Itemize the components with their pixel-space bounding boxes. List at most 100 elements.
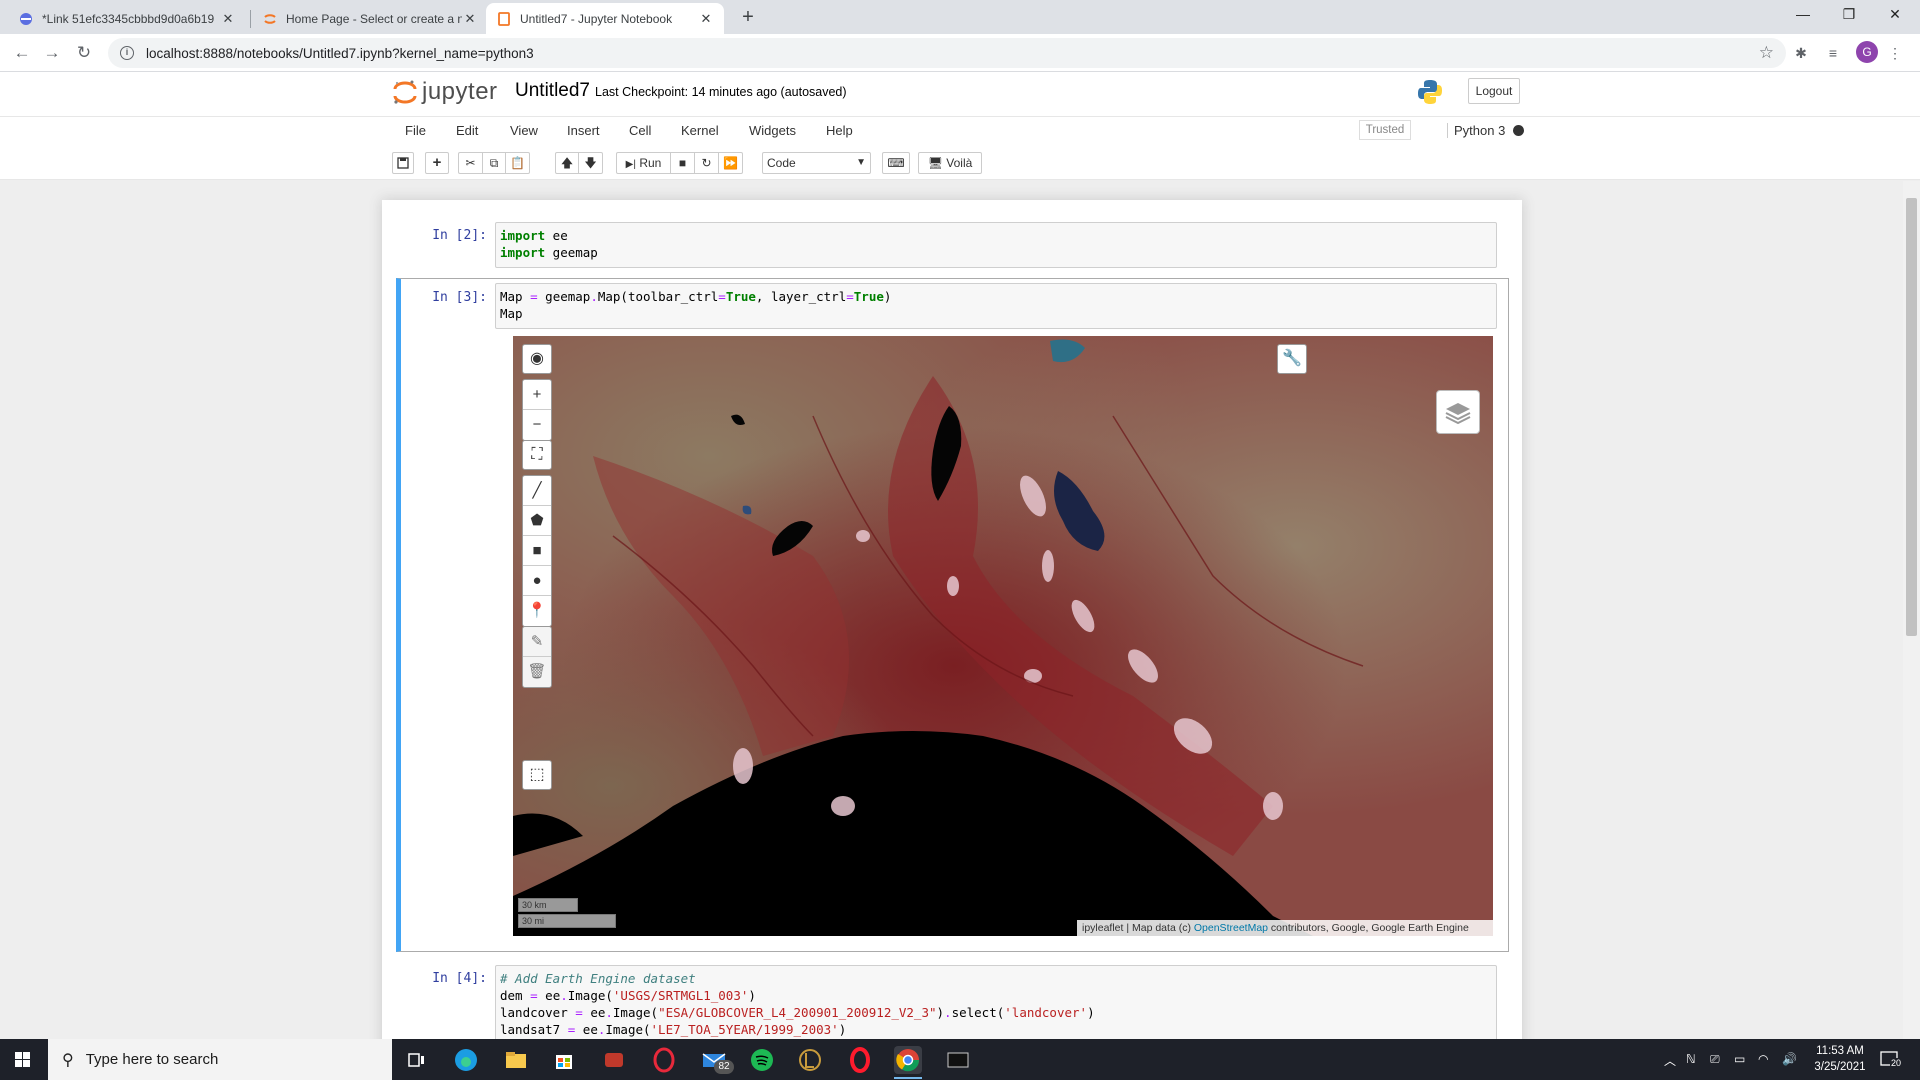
copy-icon[interactable]: ⧉	[482, 152, 506, 174]
camera-tray-icon[interactable]: ⎚	[1710, 1052, 1720, 1067]
restart-run-all-icon[interactable]: ⏩	[719, 152, 743, 174]
taskbar-clock[interactable]: 11:53 AM 3/25/2021	[1805, 1043, 1875, 1075]
run-button[interactable]: ▶| Run	[616, 152, 671, 174]
zoom-in-icon[interactable]: +	[523, 380, 551, 410]
code-editor[interactable]: Map = geemap.Map(toolbar_ctrl=True, laye…	[495, 283, 1497, 329]
stop-icon[interactable]: ■	[671, 152, 695, 174]
wrench-icon[interactable]: 🔧	[1277, 344, 1307, 374]
menu-file[interactable]: File	[405, 123, 426, 138]
notification-center-icon[interactable]: 20	[1878, 1049, 1904, 1069]
terminal-icon[interactable]	[944, 1046, 972, 1074]
kernel-status-icon	[1513, 125, 1524, 136]
reload-icon[interactable]: ↻	[72, 41, 96, 65]
chrome-icon[interactable]	[894, 1046, 922, 1074]
keyboard-icon[interactable]: ⌨	[882, 152, 910, 174]
back-icon[interactable]: ←	[10, 41, 34, 65]
new-tab-button[interactable]: +	[736, 6, 760, 30]
close-icon[interactable]: ✕	[462, 11, 478, 27]
browser-tab-notebook[interactable]: Untitled7 - Jupyter Notebook ✕	[486, 3, 724, 34]
input-prompt: In [3]:	[432, 290, 487, 305]
kernel-name[interactable]: Python 3	[1447, 123, 1505, 138]
save-icon[interactable]	[392, 152, 414, 174]
menu-help[interactable]: Help	[826, 123, 853, 138]
delete-layers-icon[interactable]: 🗑	[523, 657, 551, 687]
file-explorer-icon[interactable]	[502, 1046, 530, 1074]
add-cell-icon[interactable]: +	[425, 152, 449, 174]
close-window-icon[interactable]: ✕	[1872, 0, 1918, 30]
move-down-icon[interactable]: 🡇	[579, 152, 603, 174]
restart-icon[interactable]: ↻	[695, 152, 719, 174]
cell-type-select[interactable]: Code ▼	[762, 152, 871, 174]
notification-count: 20	[1890, 1058, 1903, 1068]
edit-layers-icon[interactable]: ✎	[523, 627, 551, 657]
zoom-out-icon[interactable]: −	[523, 410, 551, 440]
close-icon[interactable]: ✕	[698, 11, 714, 27]
bookmark-star-icon[interactable]: ☆	[1759, 43, 1774, 63]
forward-icon[interactable]: →	[40, 41, 64, 65]
osm-link[interactable]: OpenStreetMap	[1194, 922, 1268, 934]
draw-polygon-icon[interactable]: ⬟	[523, 506, 551, 536]
windows-start-button[interactable]	[0, 1039, 46, 1080]
voila-button[interactable]: 🖥 Voilà	[918, 152, 982, 174]
browser-tab-home[interactable]: Home Page - Select or create a n ✕	[252, 3, 488, 34]
edge-icon[interactable]	[452, 1046, 480, 1074]
fullscreen-icon[interactable]: ⛶	[522, 440, 552, 470]
taskbar-search[interactable]: ⚲ Type here to search	[48, 1039, 392, 1080]
omnibox[interactable]: i localhost:8888/notebooks/Untitled7.ipy…	[108, 38, 1786, 68]
profile-avatar[interactable]: G	[1856, 41, 1878, 63]
scrollbar-thumb[interactable]	[1906, 198, 1917, 636]
browser-tab-strip: *Link 51efc3345cbbbd9d0a6b19 ✕ Home Page…	[0, 0, 1920, 34]
volume-icon[interactable]: 🔊	[1782, 1052, 1797, 1066]
code-cell[interactable]: In [4]: # Add Earth Engine dataset dem =…	[397, 956, 1507, 1039]
browser-menu-icon[interactable]: ⋮	[1884, 42, 1906, 64]
store-icon[interactable]	[550, 1046, 578, 1074]
jupyter-menubar: File Edit View Insert Cell Kernel Widget…	[0, 116, 1920, 146]
address-bar-row: ← → ↻ i localhost:8888/notebooks/Untitle…	[0, 34, 1920, 72]
site-info-icon[interactable]: i	[120, 46, 134, 60]
draw-polyline-icon[interactable]: ╱	[523, 476, 551, 506]
wifi-icon[interactable]: ◠	[1758, 1052, 1768, 1066]
minimize-icon[interactable]: —	[1780, 0, 1826, 30]
code-editor[interactable]: import ee import geemap	[495, 222, 1497, 268]
show-hidden-icons-icon[interactable]: ︿	[1664, 1052, 1676, 1069]
map-widget[interactable]: ◉ + − ⛶ ╱ ⬟ ■ ● 📍 ✎ 🗑 ⬚ 🔧	[513, 336, 1493, 936]
restore-icon[interactable]: ❐	[1826, 0, 1872, 30]
menu-view[interactable]: View	[510, 123, 538, 138]
app-red-icon[interactable]	[600, 1046, 628, 1074]
layers-control-icon[interactable]	[1436, 390, 1480, 434]
link-favicon-icon	[20, 12, 32, 25]
draw-circle-icon[interactable]: ●	[523, 566, 551, 596]
menu-edit[interactable]: Edit	[456, 123, 478, 138]
close-icon[interactable]: ✕	[220, 11, 236, 27]
menu-widgets[interactable]: Widgets	[749, 123, 796, 138]
spotify-icon[interactable]	[748, 1046, 776, 1074]
jupyter-logo[interactable]: jupyter	[392, 78, 498, 106]
league-icon[interactable]	[796, 1046, 824, 1074]
reading-list-icon[interactable]: ≡	[1822, 42, 1844, 64]
paste-icon[interactable]: 📋	[506, 152, 530, 174]
draw-marker-icon[interactable]: 📍	[523, 596, 551, 626]
task-view-icon[interactable]	[402, 1046, 430, 1074]
battery-icon[interactable]: ▭	[1734, 1052, 1745, 1066]
browser-tab-link[interactable]: *Link 51efc3345cbbbd9d0a6b19 ✕	[8, 3, 246, 34]
notebook-name[interactable]: Untitled7	[515, 80, 590, 102]
mail-badge: 82	[714, 1060, 734, 1074]
jupyter-logo-text: jupyter	[422, 78, 498, 105]
scale-km: 30 km	[518, 898, 578, 912]
measure-icon[interactable]: ⬚	[522, 760, 552, 790]
trusted-indicator[interactable]: Trusted	[1359, 120, 1411, 140]
opera-gx-icon[interactable]	[650, 1046, 678, 1074]
menu-kernel[interactable]: Kernel	[681, 123, 719, 138]
draw-rectangle-icon[interactable]: ■	[523, 536, 551, 566]
cut-icon[interactable]: ✂	[458, 152, 482, 174]
extensions-icon[interactable]: ✱	[1790, 42, 1812, 64]
move-up-icon[interactable]: 🡅	[555, 152, 579, 174]
logout-button[interactable]: Logout	[1468, 78, 1520, 104]
menu-cell[interactable]: Cell	[629, 123, 651, 138]
code-editor[interactable]: # Add Earth Engine dataset dem = ee.Imag…	[495, 965, 1497, 1039]
globe-icon[interactable]: ◉	[522, 344, 552, 374]
onenote-tray-icon[interactable]: ℕ	[1686, 1052, 1696, 1066]
code-cell[interactable]: In [2]: import ee import geemap	[397, 200, 1507, 268]
opera-icon[interactable]	[846, 1046, 874, 1074]
menu-insert[interactable]: Insert	[567, 123, 600, 138]
